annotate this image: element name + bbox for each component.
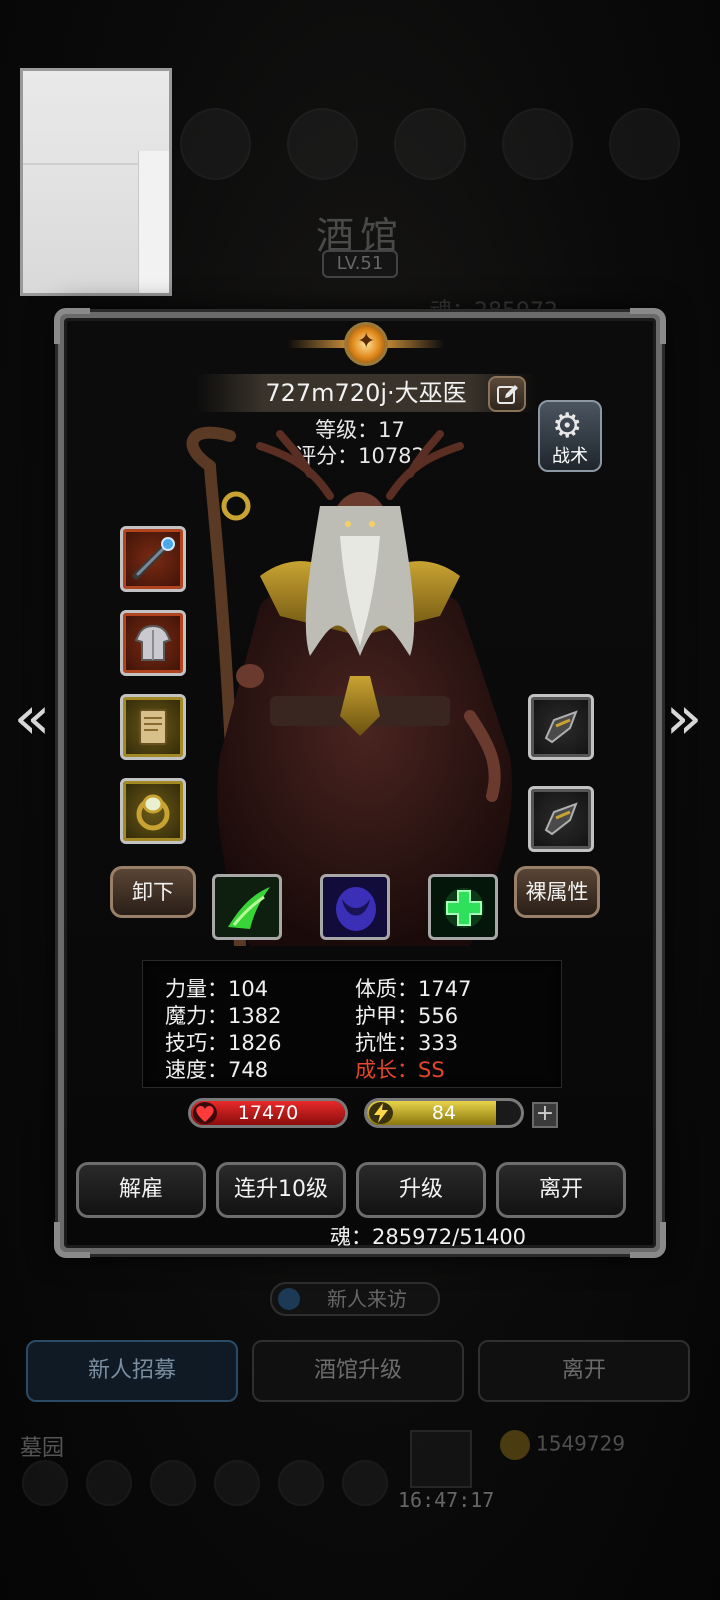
camera-preview — [20, 68, 172, 296]
equip-slot-weapon[interactable] — [120, 526, 186, 592]
heart-icon — [193, 1102, 217, 1124]
nav-icon — [22, 1460, 68, 1506]
dialog-emblem-icon — [288, 318, 444, 368]
new-visitor-button: 新人来访 — [270, 1282, 440, 1316]
skill-slot-1[interactable] — [212, 874, 282, 940]
staff-icon — [132, 537, 175, 580]
green-claw-icon — [228, 887, 270, 929]
nav-icon — [150, 1460, 196, 1506]
equip-slot-ring[interactable] — [120, 778, 186, 844]
naked-attributes-button[interactable]: 裸属性 — [514, 866, 600, 918]
ring-icon — [136, 794, 170, 831]
skill-slot-3[interactable] — [428, 874, 498, 940]
stat-skill: 技巧：1826 — [165, 1031, 282, 1055]
previous-hero-arrow[interactable]: « — [10, 688, 54, 750]
nav-icon — [214, 1460, 260, 1506]
menu-icon — [608, 108, 681, 180]
scroll-icon — [139, 709, 167, 745]
lightning-icon — [369, 1102, 393, 1124]
frame-corner — [630, 308, 666, 344]
tavern-upgrade-button: 酒馆升级 — [252, 1340, 464, 1402]
frame-corner — [630, 1222, 666, 1258]
frame-corner — [54, 1222, 90, 1258]
hp-bar: 17470 — [188, 1098, 348, 1128]
stat-growth: 成长：SS — [355, 1058, 445, 1082]
emblem-gem — [344, 322, 388, 366]
cemetery-label: 墓园 — [20, 1436, 65, 1461]
frame-corner — [54, 308, 90, 344]
unequip-button[interactable]: 卸下 — [110, 866, 196, 918]
level-up-button[interactable]: 升级 — [356, 1162, 486, 1218]
menu-icon — [287, 108, 359, 180]
nav-icon — [278, 1460, 324, 1506]
menu-icon — [180, 108, 252, 180]
nav-icon — [342, 1460, 388, 1506]
tavern-bottom-buttons: 新人招募 酒馆升级 离开 — [26, 1340, 706, 1402]
bracer-icon — [544, 710, 578, 744]
menu-icon — [501, 108, 573, 180]
nav-icon — [86, 1460, 132, 1506]
level-up-10-button[interactable]: 连升10级 — [216, 1162, 346, 1218]
next-hero-arrow[interactable]: » — [662, 688, 706, 750]
tavern-level-badge: LV.51 — [322, 250, 398, 278]
rename-button[interactable] — [488, 376, 526, 412]
equip-slot-armor[interactable] — [120, 610, 186, 676]
bracer-icon — [544, 802, 578, 836]
recruit-button: 新人招募 — [26, 1340, 238, 1402]
gold-coin-icon — [500, 1430, 530, 1460]
gold-counter: 1549729 — [500, 1430, 625, 1460]
menu-icon — [394, 108, 466, 180]
armor-icon — [134, 625, 172, 661]
equip-slot-bracer-1[interactable] — [528, 694, 594, 760]
dismiss-button[interactable]: 解雇 — [76, 1162, 206, 1218]
hero-name: 727m720j·大巫医 — [196, 374, 536, 412]
energy-bar: 84 — [364, 1098, 524, 1128]
hero-detail-dialog: 727m720j·大巫医 等级：17 评分：10782 ⚙ 战术 — [54, 308, 666, 1258]
hero-portrait — [186, 426, 512, 946]
add-energy-button[interactable]: + — [532, 1102, 558, 1128]
stat-magic: 魔力：1382 — [165, 1004, 282, 1028]
blue-spirit-icon — [336, 887, 376, 931]
equip-slot-bracer-2[interactable] — [528, 786, 594, 852]
soul-cost: 魂：285972/51400 — [330, 1225, 527, 1249]
bottom-icon-row — [22, 1460, 388, 1506]
clock-time: 16:47:17 — [398, 1488, 495, 1512]
stat-strength: 力量：104 — [165, 977, 269, 1001]
stat-speed: 速度：748 — [165, 1058, 269, 1082]
leave-button[interactable]: 离开 — [496, 1162, 626, 1218]
pencil-icon — [497, 385, 518, 404]
top-menu-icons — [180, 108, 681, 180]
green-cross-icon — [444, 888, 484, 928]
gift-chest-icon — [410, 1430, 472, 1488]
stat-armor: 护甲：556 — [355, 1004, 459, 1028]
stat-resistance: 抗性：333 — [355, 1031, 459, 1055]
stat-constitution: 体质：1747 — [355, 977, 472, 1001]
visitor-label: 新人来访 — [327, 1287, 407, 1311]
equip-slot-scroll[interactable] — [120, 694, 186, 760]
visitor-icon — [278, 1288, 300, 1310]
skill-slot-2[interactable] — [320, 874, 390, 940]
gold-amount: 1549729 — [536, 1431, 626, 1456]
tavern-leave-button: 离开 — [478, 1340, 690, 1402]
stats-panel: 力量：104 魔力：1382 技巧：1826 速度：748 体质：1747 护甲… — [142, 960, 562, 1088]
